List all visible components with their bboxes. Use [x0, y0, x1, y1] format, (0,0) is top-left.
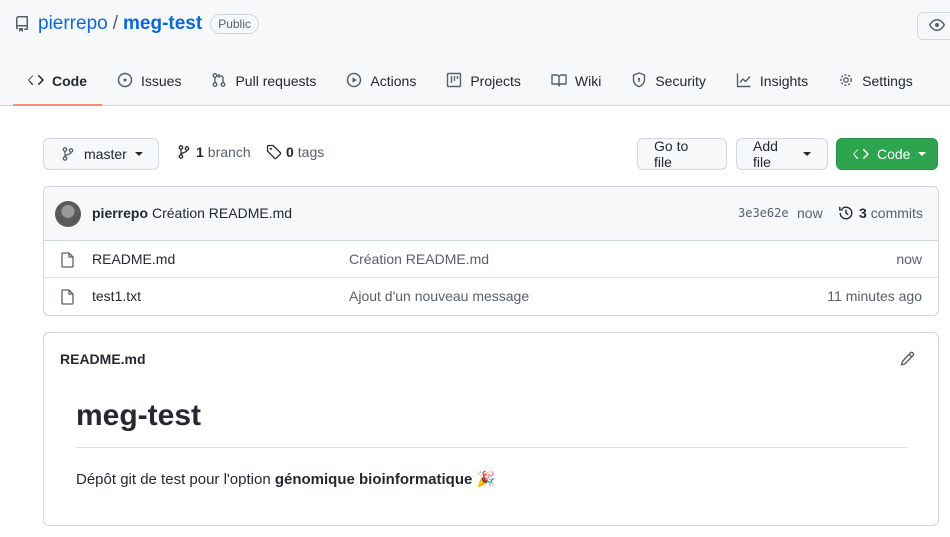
table-icon: [446, 72, 470, 91]
tags-link[interactable]: 0 tags: [266, 144, 324, 160]
add-file-button[interactable]: Add file: [736, 138, 828, 170]
file-commit-message-link[interactable]: Ajout d'un nouveau message: [349, 288, 529, 304]
tab-projects[interactable]: Projects: [431, 58, 536, 104]
party-popper-icon: 🎉: [476, 471, 496, 488]
file-row: README.md Création README.md now: [44, 241, 938, 278]
graph-icon: [736, 72, 760, 91]
readme-title: meg-test: [76, 399, 907, 448]
commit-time: now: [797, 205, 823, 221]
latest-commit-bar: pierrepo Création README.md 3e3e62e now …: [44, 187, 938, 241]
readme-panel: README.md meg-test Dépôt git de test pou…: [43, 332, 939, 526]
commit-count-label: commits: [870, 205, 923, 221]
repo-path-separator: /: [112, 13, 118, 34]
add-file-label: Add file: [753, 138, 778, 170]
file-row: test1.txt Ajout d'un nouveau message 11 …: [44, 278, 938, 315]
readme-filename: README.md: [60, 351, 146, 367]
pencil-icon[interactable]: [899, 351, 915, 370]
branches-link[interactable]: 1 branch: [176, 144, 251, 160]
tab-settings[interactable]: Settings: [823, 58, 928, 104]
go-to-file-button[interactable]: Go to file: [637, 138, 727, 170]
pull-request-icon: [211, 72, 235, 91]
code-button-label: Code: [877, 146, 911, 162]
repo-title: pierrepo / meg-test Public: [14, 12, 259, 36]
issue-icon: [117, 72, 141, 91]
tab-insights[interactable]: Insights: [721, 58, 823, 104]
repo-tabs: Code Issues Pull requests Actions Projec…: [13, 58, 928, 106]
tab-wiki[interactable]: Wiki: [536, 58, 616, 104]
readme-text: Dépôt git de test pour l'option: [76, 471, 275, 488]
tab-label: Insights: [759, 73, 809, 89]
book-icon: [551, 72, 575, 91]
tab-label: Settings: [862, 73, 913, 89]
file-name-link[interactable]: test1.txt: [92, 288, 141, 304]
branch-name: master: [84, 146, 127, 162]
repo-name-link[interactable]: meg-test: [123, 13, 202, 35]
branch-icon: [60, 146, 76, 162]
branch-select-button[interactable]: master: [43, 138, 159, 170]
go-to-file-label: Go to file: [654, 138, 689, 170]
tab-security[interactable]: Security: [616, 58, 721, 104]
repo-icon: [14, 16, 30, 32]
visibility-badge: Public: [210, 14, 259, 34]
gear-icon: [838, 72, 862, 91]
readme-bold-text: génomique bioinformatique: [274, 471, 473, 488]
code-icon: [28, 72, 52, 91]
caret-down-icon: [918, 152, 927, 156]
tab-issues[interactable]: Issues: [102, 58, 196, 104]
play-icon: [346, 72, 370, 91]
tag-label: tags: [297, 144, 325, 160]
tab-label: Code: [52, 73, 87, 89]
file-icon: [61, 289, 75, 308]
file-browser: pierrepo Création README.md 3e3e62e now …: [43, 186, 939, 316]
file-commit-time: 11 minutes ago: [827, 288, 922, 304]
tab-label: Issues: [141, 73, 182, 89]
commit-author-link[interactable]: pierrepo: [92, 205, 148, 221]
avatar[interactable]: [55, 201, 81, 227]
file-commit-time: now: [896, 251, 922, 267]
file-name-link[interactable]: README.md: [92, 251, 175, 267]
repo-owner-link[interactable]: pierrepo: [38, 13, 108, 35]
shield-icon: [631, 71, 655, 91]
repo-header: pierrepo / meg-test Public Code Issues P…: [0, 0, 950, 106]
caret-down-icon: [134, 152, 143, 156]
file-icon: [61, 252, 75, 271]
branch-icon: [176, 144, 192, 160]
branch-count: 1: [196, 144, 204, 160]
tab-code[interactable]: Code: [13, 58, 102, 106]
tab-label: Projects: [470, 73, 521, 89]
code-icon: [853, 146, 869, 162]
history-icon: [838, 205, 854, 221]
commit-sha-link[interactable]: 3e3e62e: [738, 206, 789, 220]
tab-label: Actions: [370, 73, 417, 89]
caret-down-icon: [803, 152, 811, 156]
tag-icon: [266, 144, 282, 160]
tab-label: Pull requests: [235, 73, 317, 89]
commits-link[interactable]: 3 commits: [838, 205, 923, 221]
commit-count: 3: [859, 205, 867, 221]
commit-message-link[interactable]: Création README.md: [152, 205, 292, 221]
watch-button[interactable]: [917, 12, 950, 40]
tab-label: Security: [655, 73, 706, 89]
eye-icon: [929, 17, 945, 36]
tag-count: 0: [286, 144, 294, 160]
branch-label: branch: [207, 144, 251, 160]
file-commit-message-link[interactable]: Création README.md: [349, 251, 489, 267]
tab-actions[interactable]: Actions: [331, 58, 431, 104]
code-dropdown-button[interactable]: Code: [836, 138, 938, 170]
tab-pull-requests[interactable]: Pull requests: [196, 58, 331, 104]
tab-label: Wiki: [574, 73, 602, 89]
readme-description: Dépôt git de test pour l'option génomiqu…: [76, 470, 495, 488]
